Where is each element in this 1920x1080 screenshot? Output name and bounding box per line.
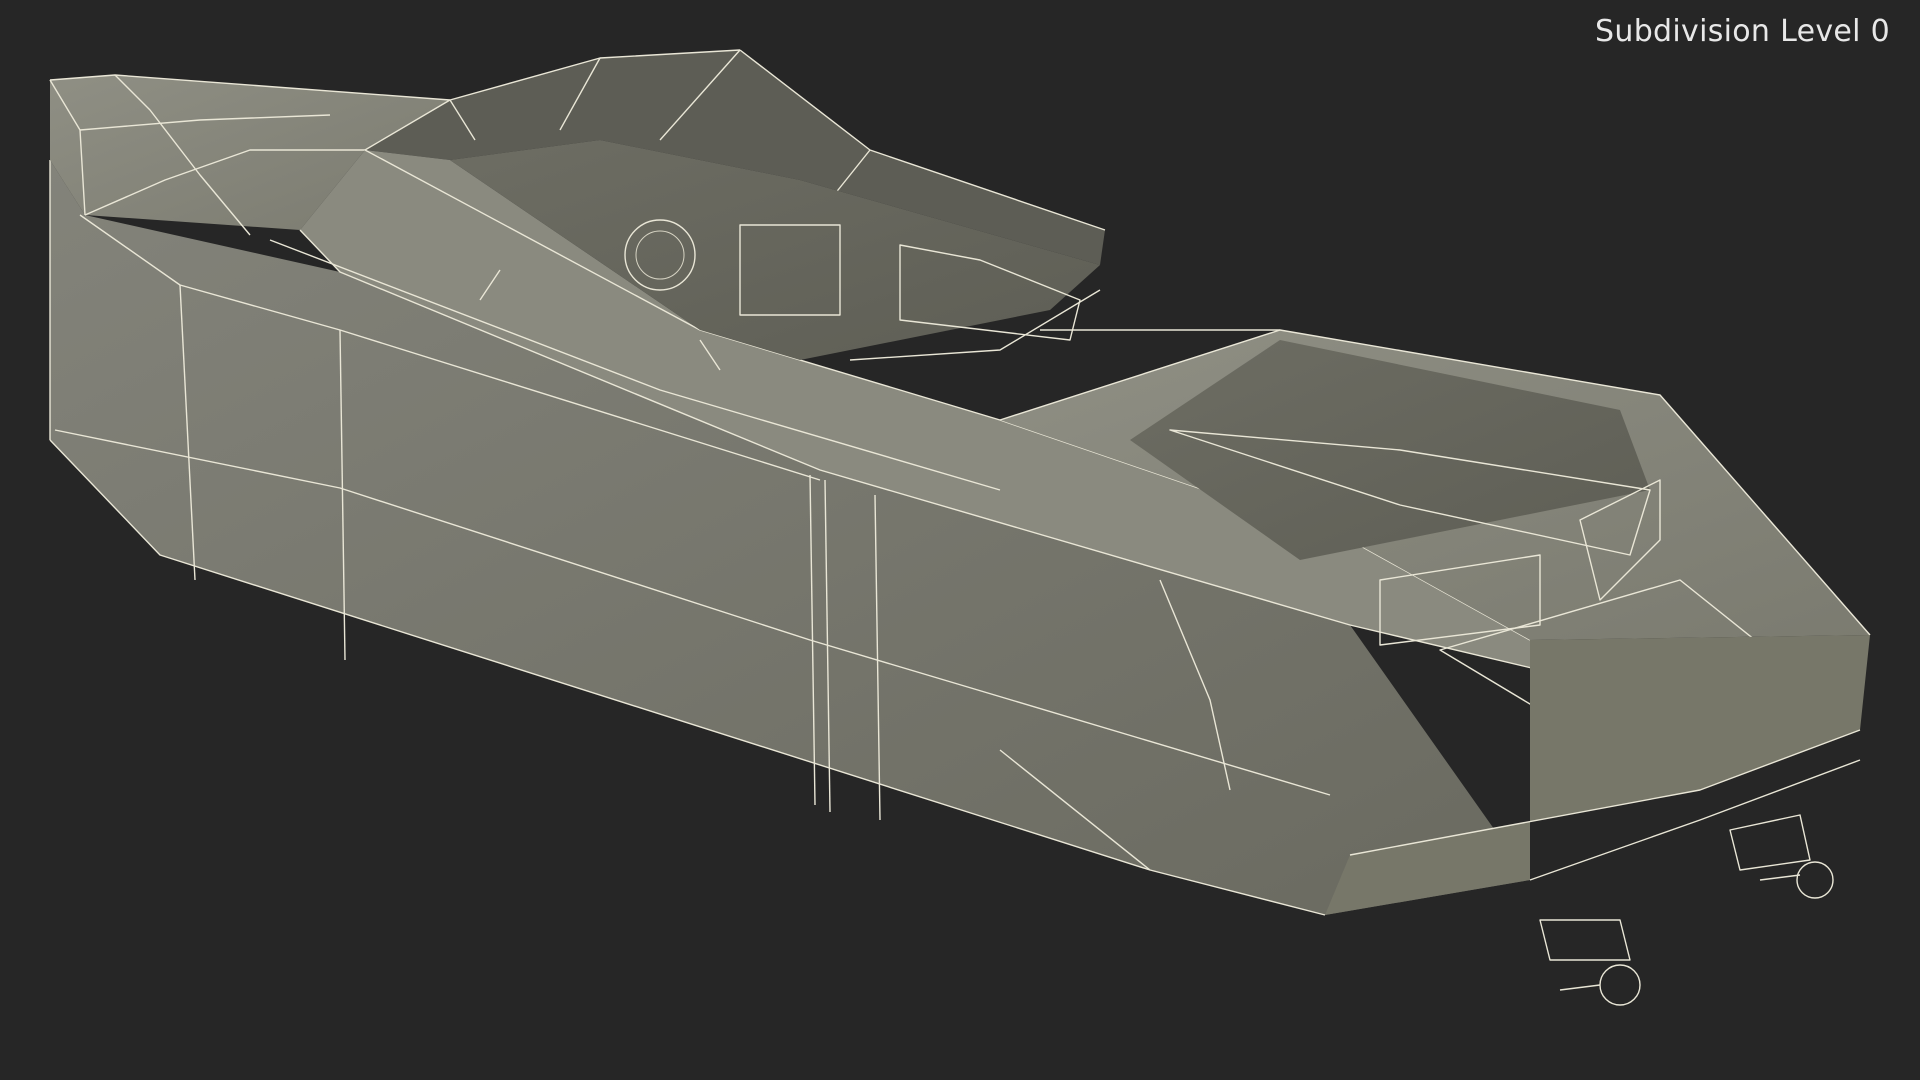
- 3d-viewport[interactable]: Subdivision Level 0: [0, 0, 1920, 1080]
- propeller-right: [1729, 814, 1834, 899]
- boat-wireframe-render: [49, 49, 1871, 1006]
- propeller-left: [1539, 919, 1641, 1006]
